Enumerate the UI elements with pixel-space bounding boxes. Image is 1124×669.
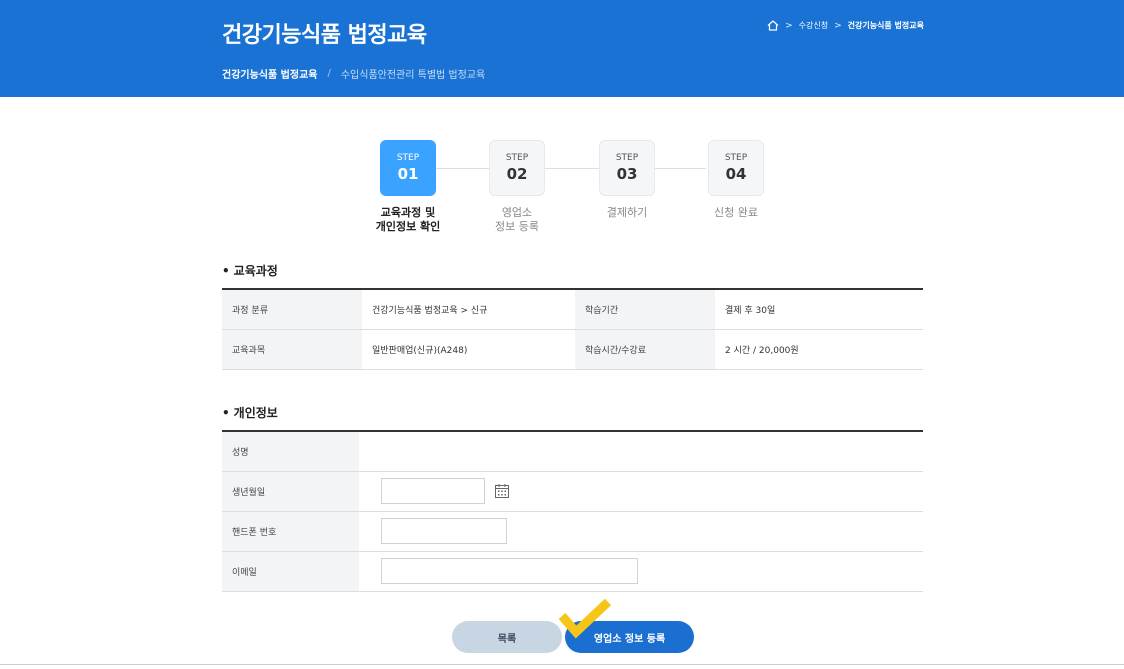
step-label: 신청 완료: [691, 206, 781, 220]
breadcrumb-item-registration[interactable]: 수강신청: [799, 20, 828, 31]
step-caption: STEP: [724, 153, 748, 163]
course-category-label: 과정 분류: [222, 289, 362, 329]
table-row: 핸드폰 번호: [222, 511, 923, 551]
step-04: STEP 04 신청 완료: [708, 140, 764, 220]
birthdate-input[interactable]: [381, 478, 485, 504]
table-row: 과정 분류 건강기능식품 법정교육 > 신규 학습기간 결제 후 30일: [222, 289, 923, 329]
calendar-icon[interactable]: [494, 483, 510, 499]
breadcrumb-separator: >: [785, 20, 793, 31]
step-number: 01: [397, 165, 419, 183]
personal-section-title: 개인정보: [222, 404, 278, 421]
step-box: STEP 02: [489, 140, 545, 196]
step-number: 03: [616, 165, 638, 183]
course-subject-value: 일반판매업(신규)(A248): [372, 345, 468, 356]
page-header: 건강기능식품 법정교육 > 수강신청 > 건강기능식품 법정교육 건강기능식품 …: [0, 0, 1124, 97]
step-caption: STEP: [505, 153, 529, 163]
step-label-line: 교육과정 및: [380, 206, 436, 219]
study-period-label: 학습기간: [575, 289, 715, 329]
phone-input[interactable]: [381, 518, 507, 544]
list-button[interactable]: 목록: [452, 621, 562, 653]
step-box: STEP 01: [380, 140, 436, 196]
checkmark-icon: [558, 598, 612, 639]
step-label-line: 신청 완료: [714, 206, 758, 219]
breadcrumb: > 수강신청 > 건강기능식품 법정교육: [767, 20, 924, 31]
name-value: [359, 431, 923, 471]
step-label-line: 결제하기: [606, 206, 648, 219]
step-label: 교육과정 및 개인정보 확인: [363, 206, 453, 234]
course-subject-label: 교육과목: [222, 329, 362, 369]
breadcrumb-item-current[interactable]: 건강기능식품 법정교육: [848, 20, 924, 31]
step-box: STEP 04: [708, 140, 764, 196]
study-period-value: 결제 후 30일: [725, 305, 776, 316]
course-section-title: 교육과정: [222, 262, 278, 279]
step-caption: STEP: [396, 153, 420, 163]
subnav-item-health-food[interactable]: 건강기능식품 법정교육: [222, 66, 317, 81]
step-number: 04: [725, 165, 747, 183]
step-label-line: 정보 등록: [495, 220, 539, 233]
step-caption: STEP: [615, 153, 639, 163]
name-label: 성명: [222, 431, 359, 471]
step-number: 02: [506, 165, 528, 183]
table-row: 이메일: [222, 551, 923, 591]
page-divider: [0, 664, 1124, 665]
step-indicator: STEP 01 교육과정 및 개인정보 확인 STEP 02 영업소 정보 등록…: [376, 140, 770, 240]
email-label: 이메일: [222, 551, 359, 591]
course-table: 과정 분류 건강기능식품 법정교육 > 신규 학습기간 결제 후 30일 교육과…: [222, 288, 923, 370]
step-label-line: 개인정보 확인: [375, 220, 441, 233]
email-input[interactable]: [381, 558, 638, 584]
step-label: 영업소 정보 등록: [472, 206, 562, 234]
birthdate-label: 생년월일: [222, 471, 359, 511]
page-title: 건강기능식품 법정교육: [222, 23, 427, 48]
table-row: 생년월일: [222, 471, 923, 511]
subnav-item-imported-food[interactable]: 수입식품안전관리 특별법 법정교육: [341, 66, 485, 81]
step-box: STEP 03: [599, 140, 655, 196]
breadcrumb-separator: >: [834, 20, 842, 31]
personal-info-table: 성명 생년월일 핸드폰 번호 이메일: [222, 430, 923, 592]
subnav-divider: /: [327, 68, 331, 79]
step-01: STEP 01 교육과정 및 개인정보 확인: [376, 140, 440, 234]
study-time-fee-label: 학습시간/수강료: [575, 329, 715, 369]
step-02: STEP 02 영업소 정보 등록: [489, 140, 545, 234]
phone-label: 핸드폰 번호: [222, 511, 359, 551]
sub-navigation: 건강기능식품 법정교육 / 수입식품안전관리 특별법 법정교육: [222, 66, 485, 81]
step-label-line: 영업소: [501, 206, 533, 219]
table-row: 교육과목 일반판매업(신규)(A248) 학습시간/수강료 2 시간 / 20,…: [222, 329, 923, 369]
step-03: STEP 03 결제하기: [599, 140, 655, 220]
step-connector-line: [436, 168, 706, 169]
course-category-value: 건강기능식품 법정교육 > 신규: [372, 305, 488, 316]
home-icon[interactable]: [767, 20, 779, 31]
study-time-fee-value: 2 시간 / 20,000원: [725, 345, 799, 356]
table-row: 성명: [222, 431, 923, 471]
step-label: 결제하기: [582, 206, 672, 220]
